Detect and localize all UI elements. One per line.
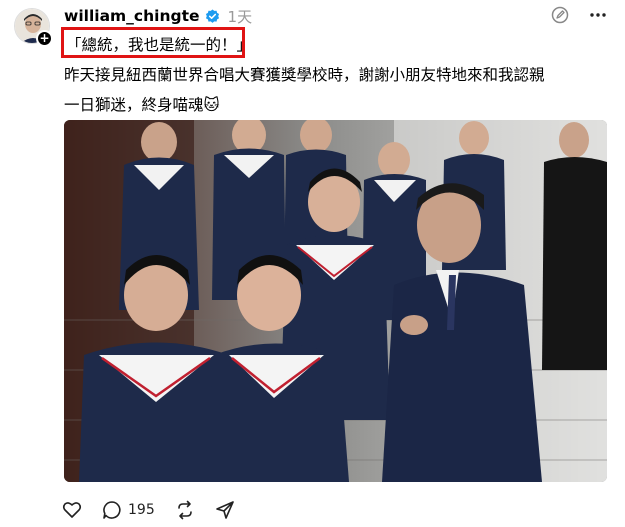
post-top-actions [551, 6, 607, 24]
comment-count: 195 [128, 502, 155, 518]
post-text-body: 昨天接見紐西蘭世界合唱大賽獲獎學校時，謝謝小朋友特地來和我認親 [64, 66, 545, 84]
threads-post: + william_chingte 1天 「總統，我也是統一的！」 昨天接見紐西… [0, 0, 625, 527]
post-timestamp: 1天 [227, 7, 253, 26]
post-photo[interactable] [64, 120, 607, 482]
comment-button[interactable]: 195 [102, 500, 155, 520]
post-actions: 195 [62, 500, 235, 520]
heart-icon [62, 502, 82, 518]
more-icon[interactable] [589, 6, 607, 24]
comment-icon [103, 501, 121, 519]
username[interactable]: william_chingte [64, 7, 200, 25]
share-button[interactable] [215, 500, 235, 520]
post-text-quote: 「總統，我也是統一的！」 [66, 36, 253, 54]
post-header: william_chingte 1天 [64, 5, 252, 27]
repost-button[interactable] [175, 500, 195, 520]
post-text-tagline: 一日獅迷，終身喵魂🐱 [64, 96, 220, 114]
follow-plus-icon[interactable]: + [36, 30, 53, 47]
verified-badge-icon [205, 8, 220, 24]
repost-icon [177, 500, 192, 520]
like-button[interactable] [62, 500, 82, 520]
edit-icon[interactable] [551, 6, 569, 24]
avatar-container[interactable]: + [14, 8, 53, 47]
send-icon [215, 501, 234, 519]
